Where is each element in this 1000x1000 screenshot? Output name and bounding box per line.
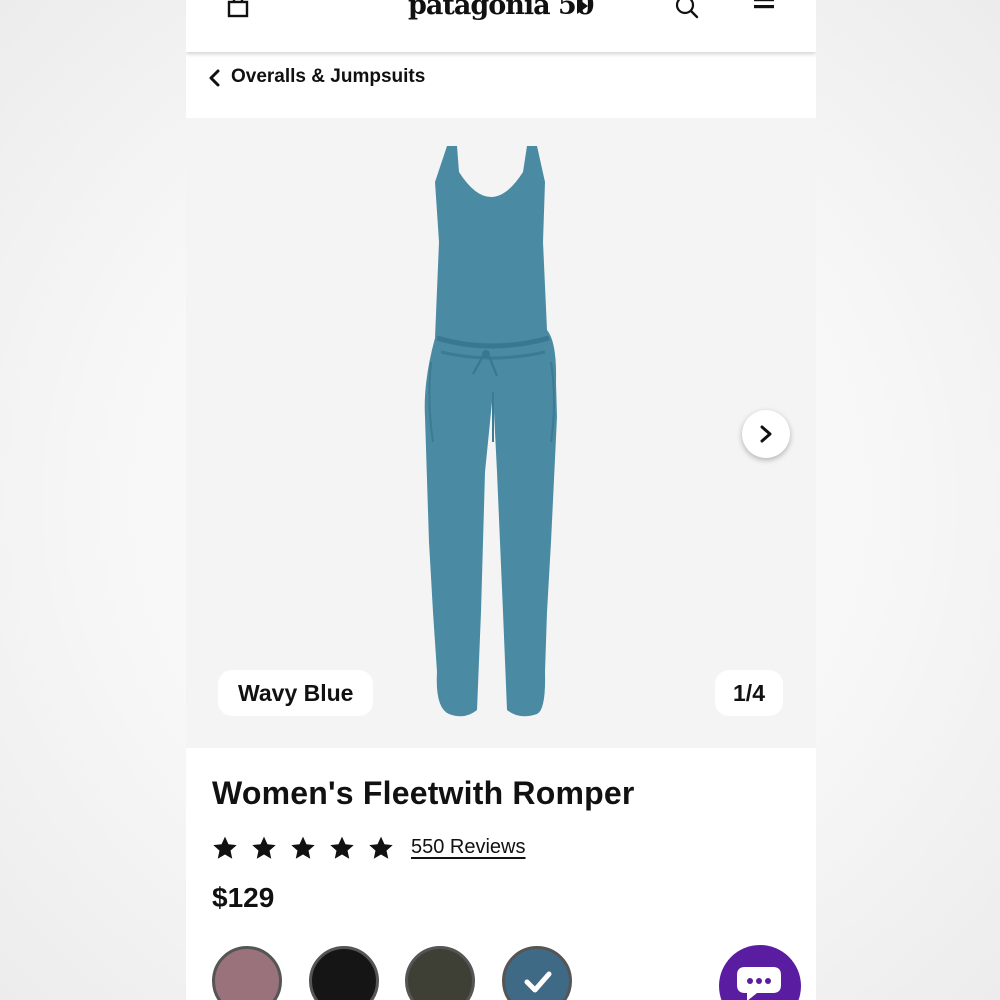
patagonia-logo[interactable]: patagonia 50: [408, 0, 598, 26]
chevron-right-icon: [760, 425, 772, 443]
reviews-link[interactable]: 550 Reviews: [411, 836, 526, 859]
swatch-black[interactable]: [309, 946, 379, 1000]
image-counter: 1/4: [715, 670, 783, 716]
swatch-mauve[interactable]: [212, 946, 282, 1000]
menu-icon[interactable]: [753, 0, 775, 16]
chat-button[interactable]: [719, 945, 801, 1000]
top-header: patagonia 50: [186, 0, 816, 52]
star-icon: [369, 836, 393, 859]
mobile-page: patagonia 50 Overalls & Jumpsuits Wavy B…: [186, 0, 816, 1000]
product-image: [424, 146, 557, 717]
check-icon: [524, 971, 552, 993]
breadcrumb-label: Overalls & Jumpsuits: [231, 66, 426, 87]
product-price: $129: [212, 882, 275, 913]
chat-icon: [737, 967, 781, 1000]
next-image-button[interactable]: [742, 410, 790, 458]
star-icon: [330, 836, 354, 859]
logo-text: patagonia 50: [408, 0, 595, 21]
logo-arrow-icon: [577, 0, 588, 14]
breadcrumb[interactable]: Overalls & Jumpsuits: [186, 52, 816, 118]
star-icon: [291, 836, 315, 859]
product-title: Women's Fleetwith Romper: [212, 775, 635, 811]
product-image-gallery[interactable]: Wavy Blue 1/4: [186, 118, 816, 748]
shopping-bag-icon[interactable]: [226, 0, 250, 18]
chevron-left-icon: [209, 69, 220, 87]
star-icon: [252, 836, 276, 859]
star-icon: [213, 836, 237, 859]
rating-stars[interactable]: [212, 835, 394, 865]
search-icon[interactable]: [674, 0, 700, 20]
selected-color-label: Wavy Blue: [218, 670, 374, 716]
swatch-wavy-blue[interactable]: [502, 946, 572, 1000]
swatch-olive[interactable]: [405, 946, 475, 1000]
